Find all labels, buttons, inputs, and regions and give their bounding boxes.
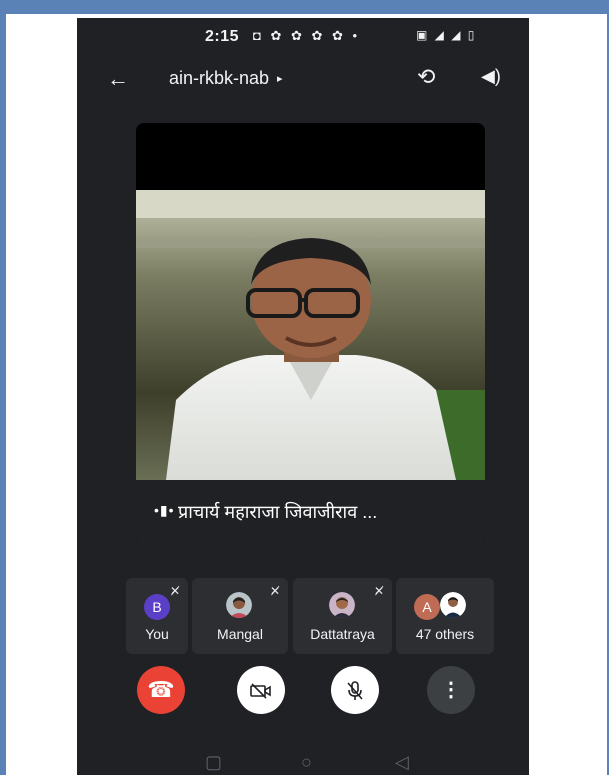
participant-name: Mangal: [217, 626, 263, 642]
app-bar: ← ain-rkbk-nab ▸ ⟲ ◀): [77, 60, 529, 100]
android-nav-bar: ▢ ○ ◁: [77, 750, 529, 775]
speaker-video: [136, 190, 485, 480]
mic-off-icon: ✕̸: [269, 584, 280, 598]
status-bar: 2:15 ◘ ✿ ✿ ✿ ✿ • ▣ ◢ ◢ ▯: [77, 18, 529, 56]
back-nav-icon[interactable]: ◁: [395, 752, 409, 773]
avatar-letter: A: [422, 599, 432, 615]
avatar: [226, 592, 252, 618]
avatar: B: [144, 594, 170, 620]
camera-off-icon: [250, 683, 271, 699]
phone-screen: 2:15 ◘ ✿ ✿ ✿ ✿ • ▣ ◢ ◢ ▯ ← ain-rkbk-nab ▸…: [77, 18, 529, 775]
participant-name: 47 others: [415, 626, 475, 642]
meeting-code[interactable]: ain-rkbk-nab ▸: [169, 68, 283, 89]
participant-name: Dattatraya: [310, 626, 375, 642]
audio-level-icon: •▮•: [154, 502, 175, 518]
end-call-button[interactable]: ☎: [137, 666, 185, 714]
call-controls: ☎ ⋮: [77, 666, 529, 720]
mic-off-icon: [347, 681, 363, 701]
main-video-tile[interactable]: •▮• प्राचार्य महाराजा जिवाजीराव ...: [136, 123, 485, 547]
meeting-code-text: ain-rkbk-nab: [169, 68, 270, 88]
system-status-icons: ▣ ◢ ◢ ▯: [416, 28, 477, 42]
status-time: 2:15: [205, 28, 240, 45]
switch-camera-icon[interactable]: ⟲: [417, 64, 435, 90]
participant-tile-you[interactable]: ✕̸ B You: [126, 578, 188, 654]
camera-toggle-button[interactable]: [237, 666, 285, 714]
avatar: A: [414, 594, 440, 620]
mic-off-icon: ✕̸: [169, 584, 180, 598]
home-icon[interactable]: ○: [301, 752, 312, 773]
avatar: [440, 592, 466, 618]
speaker-name-bar: •▮• प्राचार्य महाराजा जिवाजीराव ...: [136, 480, 485, 547]
participant-name: You: [145, 626, 169, 642]
recents-icon[interactable]: ▢: [205, 752, 222, 773]
more-options-button[interactable]: ⋮: [427, 666, 475, 714]
participant-tile-mangal[interactable]: ✕̸ Mangal: [192, 578, 288, 654]
caret-right-icon: ▸: [277, 73, 283, 85]
avatar-letter: B: [152, 599, 162, 615]
back-arrow-icon[interactable]: ←: [107, 66, 129, 92]
participant-tile-others[interactable]: A 47 others: [396, 578, 494, 654]
hang-up-icon: ☎: [147, 677, 175, 702]
avatar: [329, 592, 355, 618]
speaker-name: प्राचार्य महाराजा जिवाजीराव ...: [178, 502, 378, 522]
notification-icons: ◘ ✿ ✿ ✿ ✿ •: [253, 28, 361, 43]
mic-off-icon: ✕̸: [373, 584, 384, 598]
speaker-icon[interactable]: ◀): [481, 66, 501, 87]
participant-tile-dattatraya[interactable]: ✕̸ Dattatraya: [293, 578, 392, 654]
participant-strip: ✕̸ B You ✕̸ Mangal ✕̸ Dattatraya A 47 ot…: [126, 578, 494, 654]
more-icon: ⋮: [441, 679, 461, 701]
mic-toggle-button[interactable]: [331, 666, 379, 714]
